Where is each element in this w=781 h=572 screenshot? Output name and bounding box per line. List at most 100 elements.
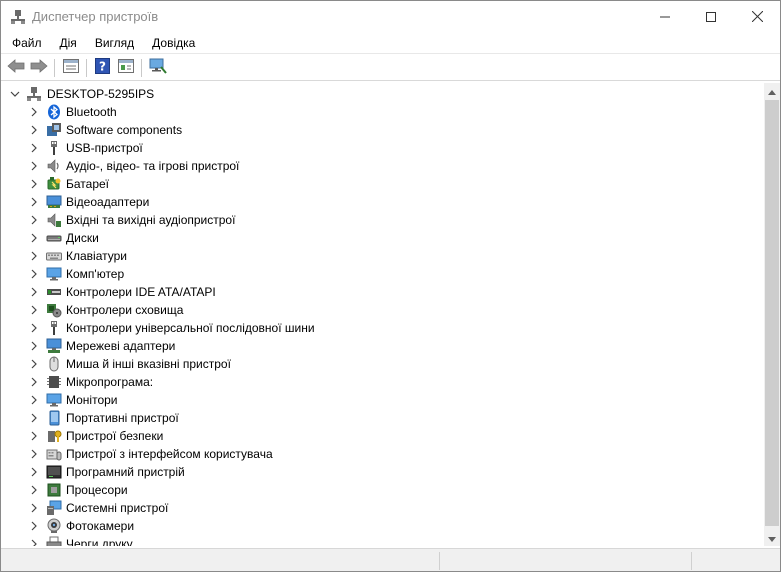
chevron-right-icon[interactable] xyxy=(29,287,39,297)
tree-category-label: Клавіатури xyxy=(66,249,127,263)
tree-category-label: Портативні пристрої xyxy=(66,411,179,425)
tree-category-row[interactable]: Фотокамери xyxy=(2,517,762,535)
chevron-right-icon[interactable] xyxy=(29,413,39,423)
properties-button[interactable] xyxy=(59,57,82,79)
audio-io-icon xyxy=(46,212,62,228)
tree-category-label: Контролери IDE ATA/ATAPI xyxy=(66,285,216,299)
chevron-right-icon[interactable] xyxy=(29,269,39,279)
tree-category-row[interactable]: Системні пристрої xyxy=(2,499,762,517)
tree-category-row[interactable]: Вхідні та вихідні аудіопристрої xyxy=(2,211,762,229)
chevron-right-icon[interactable] xyxy=(29,305,39,315)
scan-hardware-button[interactable] xyxy=(146,57,169,79)
scroll-down-button[interactable] xyxy=(764,530,780,546)
chevron-right-icon[interactable] xyxy=(29,539,39,546)
tree-category-row[interactable]: Батареї xyxy=(2,175,762,193)
chevron-right-icon[interactable] xyxy=(29,215,39,225)
tree-category-row[interactable]: Мережеві адаптери xyxy=(2,337,762,355)
tree-category-label: Мережеві адаптери xyxy=(66,339,176,353)
tree-category-row[interactable]: Комп'ютер xyxy=(2,265,762,283)
tree-category-row[interactable]: Аудіо-, відео- та ігрові пристрої xyxy=(2,157,762,175)
chevron-right-icon[interactable] xyxy=(29,125,39,135)
tree-category-label: Аудіо-, відео- та ігрові пристрої xyxy=(66,159,240,173)
tree-category-row[interactable]: Bluetooth xyxy=(2,103,762,121)
chevron-right-icon[interactable] xyxy=(29,485,39,495)
tree-category-row[interactable]: Пристрої безпеки xyxy=(2,427,762,445)
tree-category-label: Батареї xyxy=(66,177,110,191)
tree-category-row[interactable]: Пристрої з інтерфейсом користувача xyxy=(2,445,762,463)
chevron-right-icon[interactable] xyxy=(29,467,39,477)
tree-category-label: Контролери універсальної послідовної шин… xyxy=(66,321,315,335)
update-driver-button[interactable] xyxy=(114,57,137,79)
chevron-right-icon[interactable] xyxy=(29,323,39,333)
minimize-button[interactable] xyxy=(642,1,688,32)
tree-category-row[interactable]: Черги друку xyxy=(2,535,762,546)
chevron-right-icon[interactable] xyxy=(29,179,39,189)
tree-root-label: DESKTOP-5295IPS xyxy=(47,87,155,101)
tree-category-label: Диски xyxy=(66,231,99,245)
tree-root-row[interactable]: DESKTOP-5295IPS xyxy=(2,85,762,103)
tree-category-row[interactable]: Миша й інші вказівні пристрої xyxy=(2,355,762,373)
menu-help[interactable]: Довідка xyxy=(145,32,202,54)
battery-icon xyxy=(46,176,62,192)
chevron-right-icon[interactable] xyxy=(29,449,39,459)
menu-file[interactable]: Файл xyxy=(5,32,49,54)
chevron-right-icon[interactable] xyxy=(29,431,39,441)
toolbar-separator xyxy=(86,58,87,77)
chevron-right-icon[interactable] xyxy=(29,341,39,351)
chevron-right-icon[interactable] xyxy=(29,107,39,117)
tree-category-label: Bluetooth xyxy=(66,105,117,119)
tree-category-row[interactable]: Software components xyxy=(2,121,762,139)
tree-category-row[interactable]: Мікропрограма: xyxy=(2,373,762,391)
menu-action[interactable]: Дія xyxy=(53,32,84,54)
chevron-right-icon[interactable] xyxy=(29,143,39,153)
close-button[interactable] xyxy=(734,1,780,32)
tree-category-row[interactable]: Диски xyxy=(2,229,762,247)
toolbar-separator xyxy=(54,58,55,77)
processor-icon xyxy=(46,482,62,498)
tree-category-row[interactable]: Контролери універсальної послідовної шин… xyxy=(2,319,762,337)
tree-category-row[interactable]: Монітори xyxy=(2,391,762,409)
menu-view[interactable]: Вигляд xyxy=(88,32,141,54)
toolbar-separator xyxy=(141,58,142,77)
scroll-up-button[interactable] xyxy=(764,83,780,99)
status-segment-divider xyxy=(691,552,692,570)
status-segment-divider xyxy=(439,552,440,570)
computer-icon xyxy=(46,266,62,282)
tree-category-label: Software components xyxy=(66,123,183,137)
back-button[interactable] xyxy=(4,57,27,79)
tree-category-row[interactable]: Програмний пристрій xyxy=(2,463,762,481)
chevron-right-icon[interactable] xyxy=(29,197,39,207)
chevron-right-icon[interactable] xyxy=(29,161,39,171)
chevron-down-icon xyxy=(768,531,776,545)
chevron-right-icon[interactable] xyxy=(29,503,39,513)
tree-category-row[interactable]: Клавіатури xyxy=(2,247,762,265)
tree-category-row[interactable]: Портативні пристрої xyxy=(2,409,762,427)
chevron-right-icon[interactable] xyxy=(29,521,39,531)
maximize-button[interactable] xyxy=(688,1,734,32)
svg-text:?: ? xyxy=(99,60,106,74)
tree-category-row[interactable]: Контролери IDE ATA/ATAPI xyxy=(2,283,762,301)
vertical-scrollbar[interactable] xyxy=(764,83,780,546)
software-components-icon xyxy=(46,122,62,138)
chevron-right-icon[interactable] xyxy=(29,395,39,405)
tree-category-row[interactable]: Контролери сховища xyxy=(2,301,762,319)
chevron-down-icon[interactable] xyxy=(10,89,20,99)
chevron-right-icon[interactable] xyxy=(29,233,39,243)
chevron-right-icon[interactable] xyxy=(29,359,39,369)
scrollbar-thumb[interactable] xyxy=(765,100,779,526)
tree-category-label: Пристрої безпеки xyxy=(66,429,164,443)
tree-category-label: Комп'ютер xyxy=(66,267,125,281)
portable-device-icon xyxy=(46,410,62,426)
chevron-right-icon[interactable] xyxy=(29,377,39,387)
security-device-icon xyxy=(46,428,62,444)
tree-category-label: Пристрої з інтерфейсом користувача xyxy=(66,447,273,461)
tree-category-row[interactable]: Відеоадаптери xyxy=(2,193,762,211)
tree-category-label: USB-пристрої xyxy=(66,141,143,155)
camera-icon xyxy=(46,518,62,534)
chevron-right-icon[interactable] xyxy=(29,251,39,261)
help-button[interactable]: ? xyxy=(91,57,114,79)
tree-category-row[interactable]: USB-пристрої xyxy=(2,139,762,157)
forward-button[interactable] xyxy=(27,57,50,79)
tree-category-label: Системні пристрої xyxy=(66,501,169,515)
tree-category-row[interactable]: Процесори xyxy=(2,481,762,499)
